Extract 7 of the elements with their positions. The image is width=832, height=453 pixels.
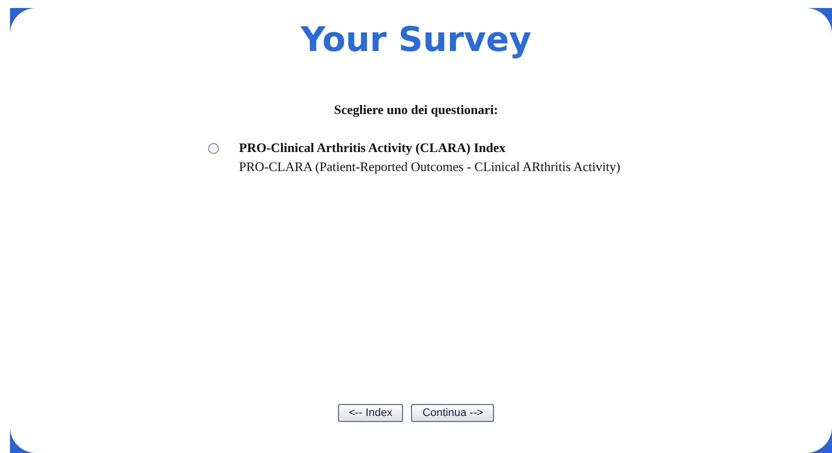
continue-button[interactable]: Continua --> — [411, 404, 494, 422]
prompt-text: Scegliere uno dei questionari: — [334, 102, 498, 118]
questionnaire-description: PRO-CLARA (Patient-Reported Outcomes - CLinical ARthritis Activity) — [239, 159, 620, 175]
radio-button[interactable] — [208, 143, 219, 154]
questionnaire-title: PRO-Clinical Arthritis Activity (CLARA) Index — [239, 140, 506, 156]
index-button[interactable]: <-- Index — [338, 404, 404, 422]
survey-title: Your Survey — [300, 20, 532, 60]
